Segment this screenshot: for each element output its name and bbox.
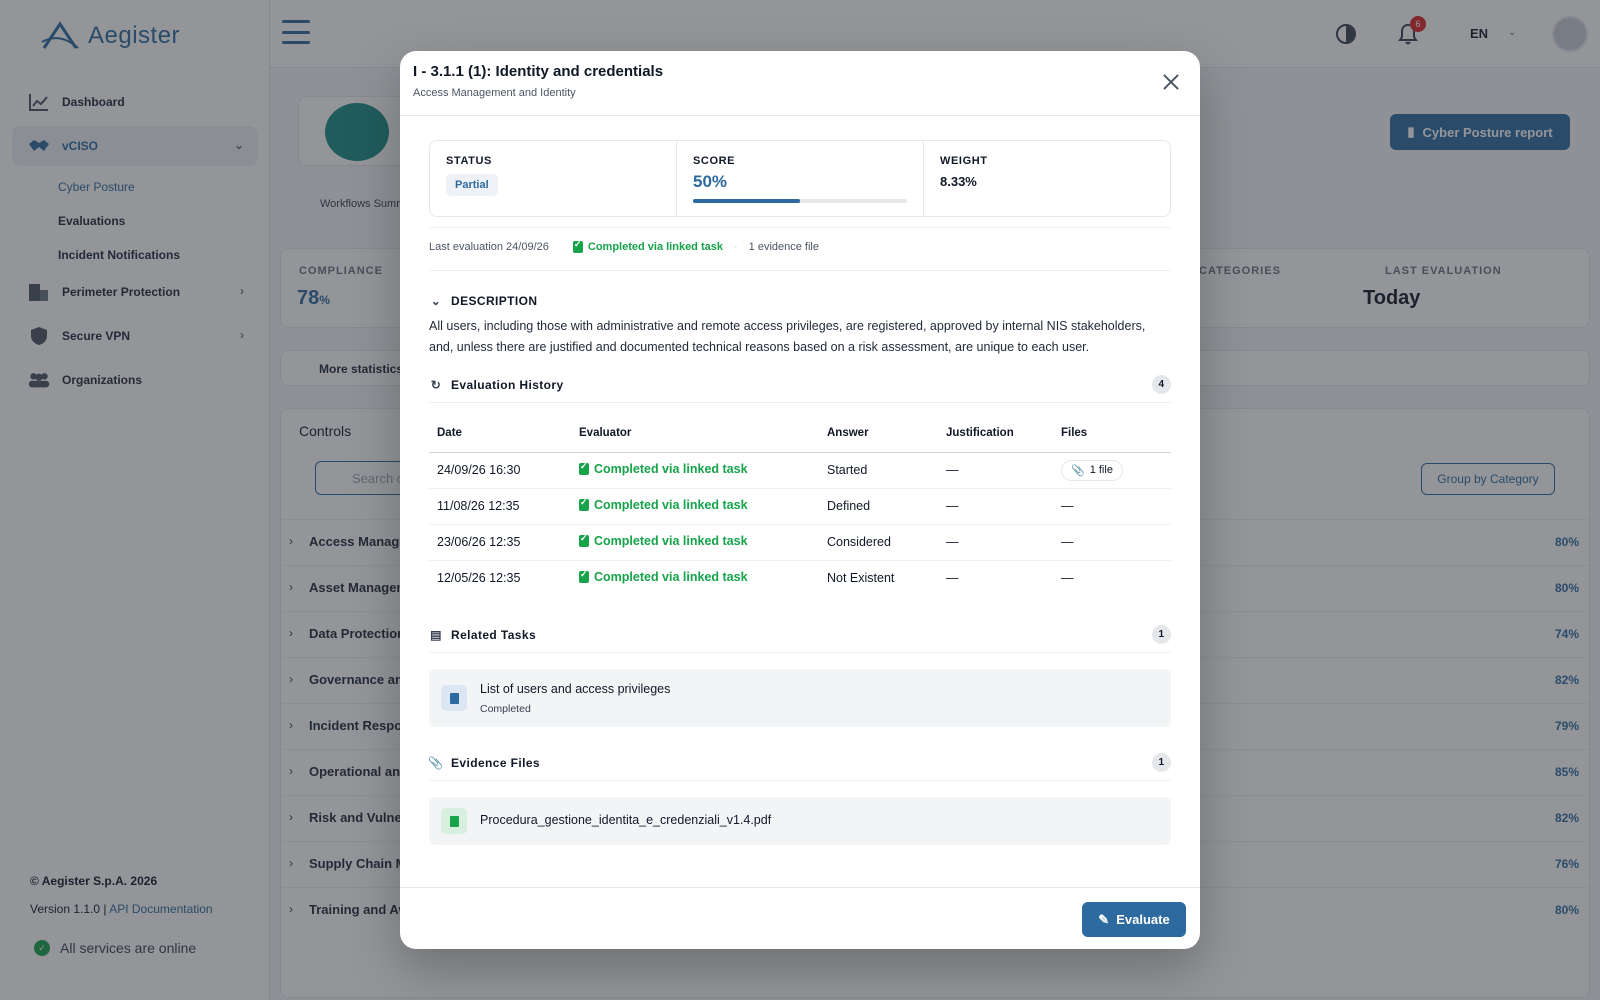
clipboard-check-icon [579,569,589,584]
evaluator-cell: Completed via linked task [571,452,819,489]
evidence-files-label: Evidence Files [451,756,540,770]
justification-cell: — [938,524,1053,561]
clipboard-check-icon [579,533,589,547]
clipboard-icon [441,685,467,711]
date-cell: 24/09/26 16:30 [429,452,571,489]
score-progress-bar [693,199,907,203]
score-metric: SCORE 50% [677,141,924,216]
evaluator-cell: Completed via linked task [571,488,819,525]
file-icon [441,808,467,834]
evaluate-button-label: Evaluate [1116,912,1170,927]
files-cell: — [1053,488,1171,525]
history-icon: ↻ [430,378,442,392]
clipboard-check-icon [579,497,589,511]
date-cell: 12/05/26 12:35 [437,571,521,586]
justification-cell: — [938,452,1053,489]
evidence-count-text: 1 evidence file [748,241,819,253]
evaluation-history-label: Evaluation History [451,378,564,392]
answer-cell: Considered [819,524,938,561]
evidence-files-header: 📎 Evidence Files 1 [428,753,1171,773]
description-toggle[interactable]: ⌄ DESCRIPTION [429,291,1171,311]
table-row: 23/06/26 12:35Completed via linked taskC… [429,524,1171,561]
evidence-file-card[interactable]: Procedura_gestione_identita_e_credenzial… [429,797,1171,845]
description-label: DESCRIPTION [451,294,538,308]
dot-separator: · [733,241,738,253]
modal-header: I - 3.1.1 (1): Identity and credentials … [400,51,1200,116]
task-name: List of users and access privileges [480,682,671,696]
table-row: 12/05/26 12:35 Completed via linked task N… [429,560,1171,596]
weight-metric: WEIGHT 8.33% [924,141,1170,216]
column-files: Files [1053,414,1171,453]
clipboard-check-icon [572,239,583,253]
answer-cell: Started [819,452,938,489]
weight-label: WEIGHT [940,155,988,167]
score-value: 50% [693,172,728,191]
files-cell: 📎 1 file [1053,452,1171,489]
evaluation-history-header: ↻ Evaluation History 4 [429,375,1171,395]
evaluation-summary: Last evaluation 24/09/26 Completed via l… [429,239,819,253]
column-evaluator: Evaluator [571,414,819,453]
table-row: 11/08/26 12:35Completed via linked taskD… [429,488,1171,525]
date-cell: 23/06/26 12:35 [429,524,571,561]
table-header-row: Date Evaluator Answer Justification File… [429,414,1171,453]
modal-title: I - 3.1.1 (1): Identity and credentials [413,63,664,80]
score-label: SCORE [693,155,736,167]
chevron-down-icon: ⌄ [430,294,442,308]
metrics-panel: STATUS Partial SCORE 50% WEIGHT 8.33% [429,140,1171,217]
history-count-badge: 4 [1152,375,1171,394]
evaluation-history-table: Date Evaluator Answer Justification File… [429,414,1171,596]
related-tasks-header: ▤ Related Tasks 1 [429,625,1171,645]
modal-body: STATUS Partial SCORE 50% WEIGHT 8.33% La… [400,117,1200,884]
column-answer: Answer [819,414,938,453]
files-cell: — [1053,524,1171,561]
modal-subtitle: Access Management and Identity [413,87,576,99]
related-task-card[interactable]: List of users and access privileges Comp… [429,669,1171,727]
divider [429,652,1171,653]
modal-footer: ✎ Evaluate [400,887,1200,949]
evidence-file-name: Procedura_gestione_identita_e_credenzial… [480,813,772,827]
status-badge: Partial [446,174,498,196]
status-label: STATUS [446,155,492,167]
justification-cell: — [938,488,1053,525]
edit-icon: ✎ [1098,911,1110,927]
column-date: Date [429,414,571,453]
evidence-count-badge: 1 [1152,753,1171,772]
date-cell: 11/08/26 12:35 [429,488,571,525]
related-tasks-label: Related Tasks [451,628,537,642]
weight-value: 8.33% [940,174,977,189]
answer-cell: Defined [819,488,938,525]
file-chip[interactable]: 📎 1 file [1061,459,1123,481]
score-progress-fill [693,199,800,203]
paperclip-icon: 📎 [428,756,444,770]
divider [429,402,1171,403]
column-justification: Justification [938,414,1053,453]
answer-cell: Not Existent [827,571,895,586]
divider [429,227,1171,228]
control-detail-modal: I - 3.1.1 (1): Identity and credentials … [400,51,1200,949]
files-cell: — [1061,571,1074,586]
table-row: 24/09/26 16:30Completed via linked taskS… [429,452,1171,489]
divider [429,780,1171,781]
justification-cell: — [946,571,959,586]
status-metric: STATUS Partial [430,141,677,216]
paperclip-icon: 📎 [1071,464,1085,477]
history-rows: 24/09/26 16:30Completed via linked taskS… [429,452,1171,596]
evaluator-cell: Completed via linked task [571,560,819,596]
divider [429,270,1171,271]
evaluate-button[interactable]: ✎ Evaluate [1082,902,1186,937]
clipboard-check-icon [579,461,589,475]
task-status: Completed [480,703,531,715]
tasks-count-badge: 1 [1152,625,1171,644]
description-text: All users, including those with administ… [429,319,1146,354]
clipboard-icon: ▤ [430,628,442,642]
completed-linked-status: Completed via linked task [572,239,723,253]
evaluator-cell: Completed via linked task [571,524,819,561]
close-icon[interactable] [1162,73,1180,91]
last-evaluation-text: Last evaluation 24/09/26 [429,241,549,253]
